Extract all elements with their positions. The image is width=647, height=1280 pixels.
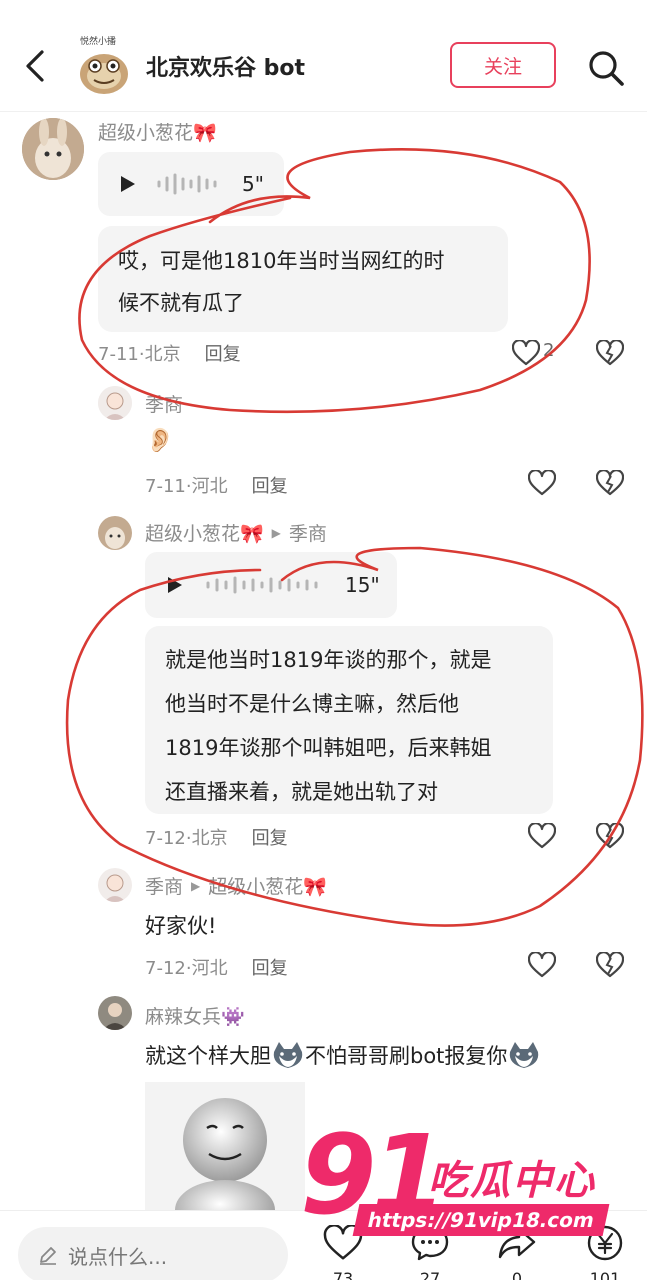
watermark-url: https://91vip18.com	[352, 1204, 610, 1236]
reward-total: 101	[589, 1269, 621, 1280]
input-placeholder: 说点什么...	[68, 1244, 168, 1269]
comment-input[interactable]: 说点什么...	[18, 1227, 288, 1280]
pencil-icon	[40, 1247, 56, 1265]
share-total: 0	[511, 1269, 523, 1280]
comment-total: 27	[419, 1269, 441, 1280]
red-circle-annotation	[65, 148, 644, 927]
watermark-name: 吃瓜中心	[428, 1158, 596, 1204]
like-total: 73	[332, 1269, 354, 1280]
